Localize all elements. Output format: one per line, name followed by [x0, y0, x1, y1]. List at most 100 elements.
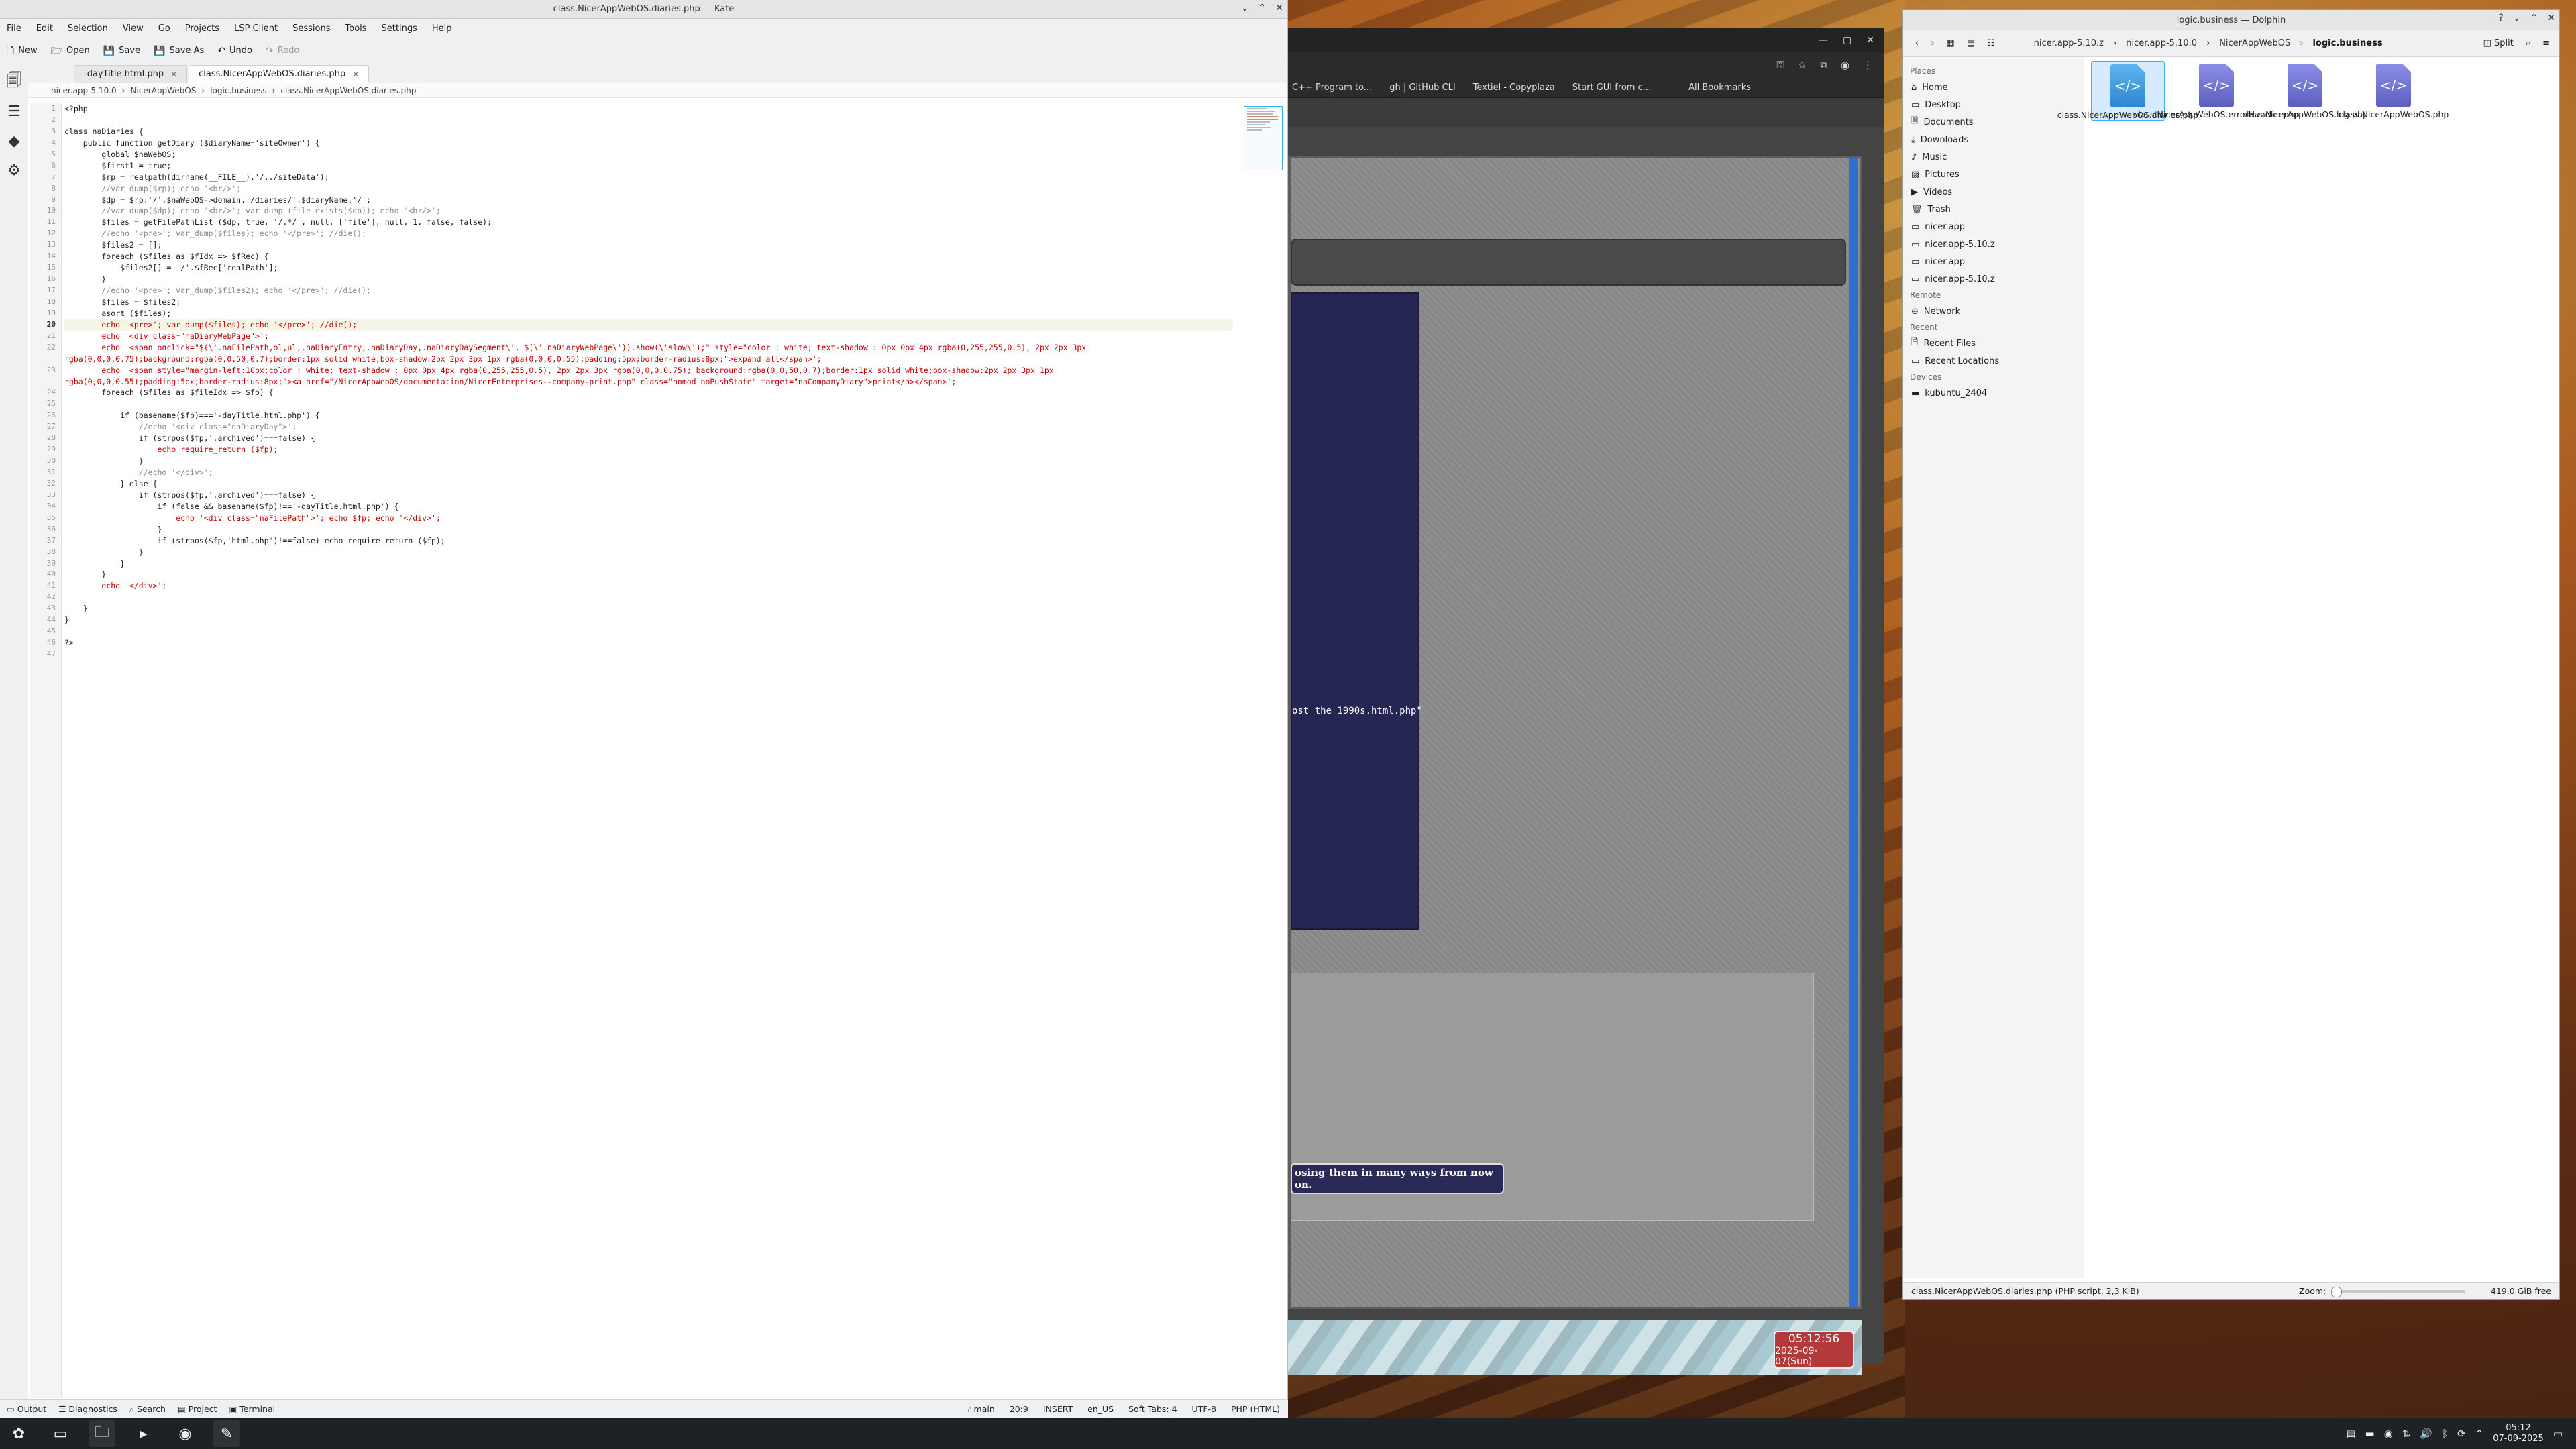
code-line[interactable]: //echo '</div>'; — [64, 467, 1233, 478]
volume-icon[interactable]: 🔊 — [2420, 1428, 2432, 1440]
code-line[interactable]: echo '<pre>'; var_dump($files); echo '</… — [64, 319, 1233, 331]
code-line[interactable]: $rp = realpath(dirname(__FILE__).'/../si… — [64, 172, 1233, 183]
star-icon[interactable]: ☆ — [1798, 59, 1807, 71]
code-line[interactable]: if (basename($fp)==='-dayTitle.html.php'… — [64, 410, 1233, 421]
menu-sessions[interactable]: Sessions — [292, 23, 330, 34]
code-line[interactable]: global $naWebOS; — [64, 149, 1233, 160]
code-line[interactable]: $dp = $rp.'/'.$naWebOS->domain.'/diaries… — [64, 195, 1233, 206]
code-line[interactable]: asort ($files); — [64, 308, 1233, 319]
input-mode[interactable]: INSERT — [1043, 1404, 1073, 1414]
browser-taskbar-icon[interactable]: ◉ — [172, 1420, 199, 1447]
code-line[interactable]: //echo '<pre>'; var_dump($files); echo '… — [64, 228, 1233, 239]
documents-icon[interactable]: 🗐 — [0, 67, 28, 97]
place-device[interactable]: ▬ kubuntu_2404 — [1910, 384, 2084, 402]
output-tab[interactable]: ▭ Output — [7, 1404, 46, 1414]
minimize-icon[interactable]: ⌄ — [1241, 3, 1249, 13]
code-line[interactable]: $files = $files2; — [64, 297, 1233, 308]
code-line[interactable]: echo '</div>'; — [64, 580, 1233, 592]
minimize-icon[interactable]: — — [1819, 35, 1828, 46]
menu-kebab-icon[interactable]: ⋮ — [1863, 59, 1873, 71]
code-line[interactable]: echo '<span onclick="$(\'.naFilePath,ol,… — [64, 342, 1233, 354]
save-button[interactable]: 💾 Save — [103, 46, 140, 56]
code-line[interactable]: } — [64, 603, 1233, 614]
code-line[interactable]: if (strpos($fp,'.archived')===false) { — [64, 490, 1233, 501]
breadcrumb-item[interactable]: nicer.app-5.10.z — [2034, 38, 2104, 48]
close-tab-icon[interactable]: ✕ — [352, 70, 359, 79]
git-branch[interactable]: ⑂ main — [966, 1404, 995, 1414]
place-trash[interactable]: 🗑 Trash — [1910, 201, 2084, 218]
free-space[interactable]: 419,0 GiB free — [2491, 1286, 2551, 1296]
profile-icon[interactable]: ◉ — [1841, 59, 1849, 71]
menu-edit[interactable]: Edit — [36, 23, 53, 34]
place-recent-files[interactable]: 🗎 Recent Files — [1910, 335, 2084, 352]
close-icon[interactable]: ✕ — [2547, 13, 2555, 23]
new-button[interactable]: 🗋 New — [7, 46, 38, 56]
code-line[interactable]: } — [64, 547, 1233, 558]
code-line[interactable]: } — [64, 274, 1233, 285]
code-line[interactable]: //var_dump($dp); echo '<br/>'; var_dump … — [64, 205, 1233, 217]
search-tab[interactable]: ⌕ Search — [129, 1404, 166, 1415]
tab-daytitle[interactable]: -dayTitle.html.php ✕ — [74, 65, 188, 83]
open-button[interactable]: 🗁 Open — [51, 46, 90, 56]
code-line[interactable]: } else { — [64, 478, 1233, 490]
code-line[interactable]: } — [64, 558, 1233, 570]
expand-tray-icon[interactable]: ⌃ — [2475, 1428, 2484, 1440]
app-launcher-icon[interactable]: ✿ — [5, 1420, 32, 1447]
bookmark-item[interactable]: gh | GitHub CLI — [1389, 83, 1455, 93]
hamburger-menu-icon[interactable]: ≡ — [2542, 38, 2550, 48]
project-tab[interactable]: ▤ Project — [178, 1404, 217, 1414]
close-tab-icon[interactable]: ✕ — [170, 70, 177, 79]
menu-go[interactable]: Go — [158, 23, 170, 34]
bluetooth-icon[interactable]: ᛒ — [2442, 1428, 2448, 1440]
place-folder[interactable]: ▭ nicer.app-5.10.z — [1910, 235, 2084, 253]
encoding[interactable]: UTF-8 — [1192, 1404, 1216, 1414]
code-line[interactable]: foreach ($files as $fIdx => $fRec) { — [64, 251, 1233, 262]
code-line[interactable]: <?php — [64, 103, 1233, 115]
icons-view-icon[interactable]: ▦ — [1946, 38, 1954, 48]
code-line[interactable]: } — [64, 569, 1233, 580]
place-folder[interactable]: ▭ nicer.app-5.10.z — [1910, 270, 2084, 288]
bookmark-item[interactable]: C++ Program to... — [1292, 83, 1372, 93]
code-line[interactable]: $first1 = true; — [64, 160, 1233, 172]
place-folder[interactable]: ▭ nicer.app — [1910, 218, 2084, 235]
code-line[interactable]: echo '<div class="naDiaryWebPage">'; — [64, 331, 1233, 342]
tab-diaries[interactable]: class.NicerAppWebOS.diaries.php ✕ — [189, 65, 370, 83]
close-icon[interactable]: ✕ — [1275, 3, 1283, 13]
code-line[interactable]: $files2 = []; — [64, 239, 1233, 251]
syntax-mode[interactable]: PHP (HTML) — [1231, 1404, 1280, 1414]
file-item[interactable]: </> class.NicerAppWebOS.log.php — [2242, 61, 2368, 121]
code-line[interactable]: } — [64, 524, 1233, 535]
menu-file[interactable]: File — [7, 23, 21, 34]
back-icon[interactable]: ‹ — [1915, 38, 1919, 48]
dolphin-taskbar-icon[interactable]: 🗀 — [89, 1420, 115, 1447]
place-recent-locations[interactable]: ▭ Recent Locations — [1910, 352, 2084, 370]
menu-selection[interactable]: Selection — [68, 23, 108, 34]
clipboard-icon[interactable]: ▤ — [2346, 1428, 2355, 1440]
terminal-tab[interactable]: ▣ Terminal — [229, 1404, 275, 1414]
code-line[interactable]: } — [64, 455, 1233, 467]
code-line[interactable]: echo '<div class="naFilePath">'; echo $f… — [64, 513, 1233, 524]
place-downloads[interactable]: ⤓ Downloads — [1910, 131, 2084, 148]
kate-taskbar-icon[interactable]: ✎ — [213, 1420, 240, 1447]
breadcrumb-item[interactable]: NicerAppWebOS — [130, 86, 196, 95]
maximize-icon[interactable]: ▢ — [1843, 35, 1851, 46]
code-line[interactable] — [64, 398, 1233, 410]
search-icon[interactable]: ⌕ — [2526, 38, 2530, 48]
code-line[interactable]: echo '<span style="margin-left:10px;colo… — [64, 365, 1233, 376]
cursor-position[interactable]: 20:9 — [1010, 1404, 1028, 1414]
breadcrumb-item[interactable]: nicer.app-5.10.0 — [2126, 38, 2197, 48]
code-line[interactable] — [64, 649, 1233, 660]
code-line[interactable]: echo require_return ($fp); — [64, 444, 1233, 455]
menu-view[interactable]: View — [123, 23, 144, 34]
minimize-icon[interactable]: ⌄ — [2513, 13, 2521, 23]
code-line[interactable]: if (strpos($fp,'html.php')!==false) echo… — [64, 535, 1233, 547]
code-line[interactable]: $files2[] = '/'.$fRec['realPath']; — [64, 262, 1233, 274]
zoom-slider[interactable] — [2331, 1286, 2466, 1297]
breadcrumb-item[interactable]: logic.business — [210, 86, 266, 95]
place-folder[interactable]: ▭ nicer.app — [1910, 253, 2084, 270]
compact-view-icon[interactable]: ▤ — [1967, 38, 1975, 48]
extensions-icon[interactable]: ⧉ — [1820, 59, 1827, 71]
place-home[interactable]: ⌂ Home — [1910, 78, 2084, 96]
breadcrumb-item[interactable]: NicerAppWebOS — [2219, 38, 2290, 48]
code-line[interactable] — [64, 592, 1233, 603]
